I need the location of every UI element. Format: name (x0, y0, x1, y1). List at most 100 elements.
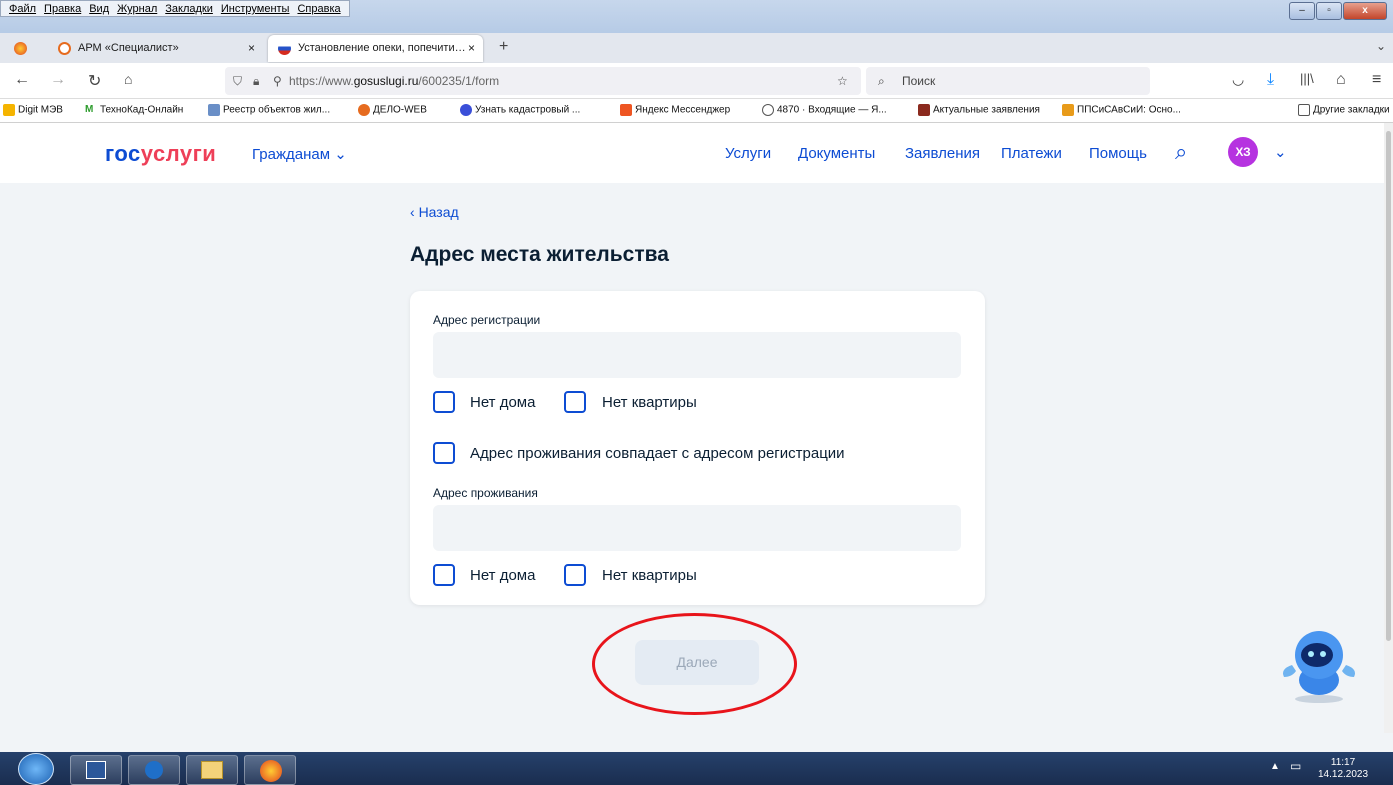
avatar[interactable]: ХЗ (1228, 137, 1258, 167)
bookmark-item[interactable]: Яндекс Мессенджер (620, 104, 730, 116)
address-form-card: Адрес регистрации Нет дома Нет квартиры … (410, 291, 985, 605)
bookmark-item[interactable]: 4870 · Входящие — Я... (762, 104, 887, 116)
bookmark-item[interactable]: Реестр объектов жил... (208, 104, 330, 116)
no-house-label-2: Нет дома (470, 567, 536, 584)
permissions-icon[interactable]: ⚲ (273, 67, 282, 95)
bookmark-other[interactable]: Другие закладки (1298, 104, 1390, 116)
search-icon[interactable]: ⌕ (1175, 139, 1187, 165)
m-logo-icon: M (85, 104, 97, 116)
menu-tools[interactable]: Инструменты (217, 1, 294, 16)
search-icon: ⌕ (878, 74, 885, 88)
chevron-down-icon: ⌄ (334, 146, 347, 163)
emblem-icon (145, 761, 163, 779)
robot-assistant-icon[interactable] (1278, 625, 1360, 705)
tab-bar: АРМ «Специалист» × Установление опеки, п… (0, 33, 1393, 63)
extensions-icon[interactable]: ⌂ (1336, 71, 1346, 89)
nav-help[interactable]: Помощь (1089, 145, 1147, 162)
start-button[interactable] (18, 753, 54, 785)
word-taskbar-button[interactable] (70, 755, 122, 785)
menu-hamburger-icon[interactable]: ≡ (1372, 71, 1381, 89)
url-bar[interactable]: ⛉ 🔒︎ ⚲ https://www.gosuslugi.ru/600235/1… (225, 67, 861, 95)
page-scrollbar[interactable] (1384, 123, 1393, 733)
new-tab-button[interactable]: + (499, 38, 508, 56)
residence-address-input[interactable] (433, 505, 961, 551)
page-title: Адрес места жительства (410, 243, 669, 266)
bookmarks-bar: Digit МЭВ M ТехноКад-Онлайн Реестр объект… (0, 99, 1393, 123)
no-house-checkbox-2[interactable] (433, 564, 455, 586)
no-flat-checkbox[interactable] (564, 391, 586, 413)
library-icon[interactable]: |||\ (1300, 71, 1314, 86)
word-icon (86, 761, 106, 779)
reload-icon[interactable]: ↻ (88, 71, 101, 91)
scrollbar-thumb[interactable] (1386, 131, 1391, 641)
pocket-icon[interactable]: ◡ (1232, 71, 1244, 88)
maximize-button[interactable]: ▫ (1316, 2, 1342, 20)
arm-favicon-icon (58, 42, 71, 55)
tab-close-icon[interactable]: × (468, 35, 475, 62)
bookmark-item[interactable]: ДЕЛО-WEB (358, 104, 427, 116)
citizens-dropdown[interactable]: Гражданам ⌄ (252, 145, 347, 163)
yandex-icon (620, 104, 632, 116)
network-icon[interactable]: ▭ (1290, 759, 1301, 773)
bookmark-star-icon[interactable]: ☆ (837, 67, 848, 95)
bookmark-item[interactable]: M ТехноКад-Онлайн (85, 104, 183, 116)
firefox-icon (260, 760, 282, 782)
back-arrow-icon[interactable]: ← (14, 71, 30, 89)
shield-icon[interactable]: ⛉ (233, 67, 242, 95)
home-icon[interactable]: ⌂ (124, 71, 132, 87)
nav-documents[interactable]: Документы (798, 145, 875, 162)
menu-help[interactable]: Справка (293, 1, 344, 16)
gosuslugi-logo[interactable]: госуслуги (105, 141, 216, 167)
cube-icon (918, 104, 930, 116)
menu-edit[interactable]: Правка (40, 1, 85, 16)
windows-taskbar: ▲ ▭ 11:17 14.12.2023 (0, 752, 1393, 785)
no-house-checkbox[interactable] (433, 391, 455, 413)
list-tabs-chevron-icon[interactable]: ⌄ (1376, 39, 1386, 53)
explorer-taskbar-button[interactable] (186, 755, 238, 785)
navigation-bar: ← → ↻ ⌂ ⛉ 🔒︎ ⚲ https://www.gosuslugi.ru/… (0, 63, 1393, 99)
emblem-taskbar-button[interactable] (128, 755, 180, 785)
system-clock[interactable]: 11:17 14.12.2023 (1318, 757, 1368, 781)
search-input[interactable]: ⌕ Поиск (866, 67, 1150, 95)
menu-view[interactable]: Вид (85, 1, 113, 16)
tray-expand-icon[interactable]: ▲ (1270, 761, 1280, 772)
window-menubar: Файл Правка Вид Журнал Закладки Инструме… (0, 0, 1393, 33)
highlight-circle-annotation (592, 613, 797, 715)
firefox-taskbar-button[interactable] (244, 755, 296, 785)
close-window-button[interactable]: x (1343, 2, 1387, 20)
nav-payments[interactable]: Платежи (1001, 145, 1062, 162)
menu-list: Файл Правка Вид Журнал Закладки Инструме… (0, 0, 350, 17)
firefox-icon[interactable] (14, 42, 27, 55)
no-flat-checkbox-2[interactable] (564, 564, 586, 586)
bookmark-item[interactable]: Актуальные заявления (918, 104, 1040, 116)
menu-history[interactable]: Журнал (113, 1, 161, 16)
downloads-icon[interactable]: ⤓ (1267, 71, 1274, 89)
delo-icon (358, 104, 370, 116)
menu-file[interactable]: Файл (5, 1, 40, 16)
pps-icon (1062, 104, 1074, 116)
globe-icon (762, 104, 774, 116)
tab-arm-specialist[interactable]: АРМ «Специалист» × (48, 35, 263, 62)
forward-arrow-icon[interactable]: → (50, 71, 66, 89)
lock-icon[interactable]: 🔒︎ (253, 67, 259, 95)
chevron-down-icon[interactable]: ⌄ (1274, 143, 1287, 161)
tab-gosuslugi[interactable]: Установление опеки, попечити… × (268, 35, 483, 62)
site-header: госуслуги Гражданам ⌄ Услуги Документы З… (0, 123, 1384, 183)
registration-address-input[interactable] (433, 332, 961, 378)
nav-services[interactable]: Услуги (725, 145, 771, 162)
russia-flag-favicon-icon (278, 42, 291, 55)
folder-icon (1298, 104, 1310, 116)
no-flat-label: Нет квартиры (602, 394, 697, 411)
nav-applications[interactable]: Заявления (905, 145, 980, 162)
bookmark-item[interactable]: Узнать кадастровый ... (460, 104, 580, 116)
minimize-button[interactable]: – (1289, 2, 1315, 20)
tab-close-icon[interactable]: × (248, 35, 255, 62)
same-address-checkbox[interactable] (433, 442, 455, 464)
folder-icon (3, 104, 15, 116)
bookmark-item[interactable]: ППСиСАвСиИ: Осно... (1062, 104, 1181, 116)
back-link[interactable]: ‹ Назад (410, 204, 459, 220)
bookmark-item[interactable]: Digit МЭВ (3, 104, 63, 116)
web-page: госуслуги Гражданам ⌄ Услуги Документы З… (0, 123, 1384, 733)
menu-bookmarks[interactable]: Закладки (161, 1, 217, 16)
registry-icon (208, 104, 220, 116)
